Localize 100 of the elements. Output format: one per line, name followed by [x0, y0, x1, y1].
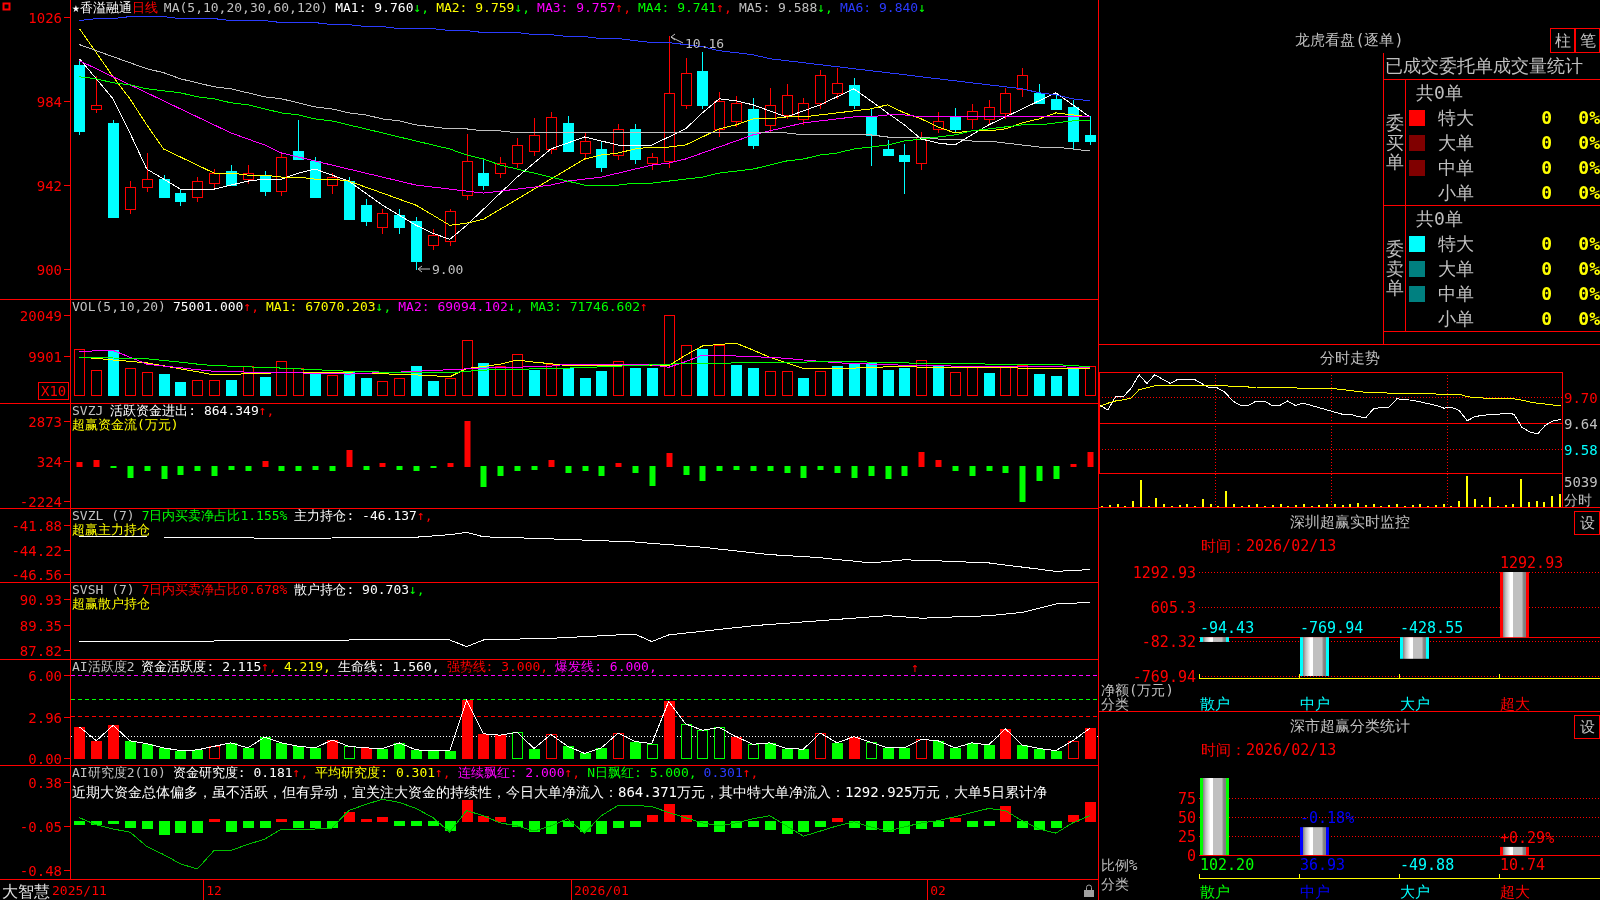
panel-title: 龙虎看盘(逐单)	[1294, 31, 1405, 51]
order-size-label: 小单	[1437, 180, 1475, 205]
research-bar	[327, 821, 338, 828]
order-percent: 0%	[1577, 132, 1600, 153]
panel-title: 深圳超赢实时监控	[1288, 512, 1411, 533]
volume-bar	[411, 366, 422, 396]
candle	[916, 131, 927, 171]
axis-tick-label: 0.00	[28, 750, 62, 765]
axis-tick-label: 9.58	[1564, 442, 1598, 458]
candle	[91, 75, 102, 114]
date-label: 12	[206, 883, 222, 898]
settings-button[interactable]: 设	[1574, 511, 1600, 535]
category-label: 超大	[1500, 695, 1530, 711]
stock-name: 香溢融通	[79, 1, 132, 15]
volume-bar	[512, 354, 523, 396]
axis-tick-label: 75	[1177, 789, 1196, 808]
volume-bar	[647, 368, 658, 396]
arrow-icon	[417, 265, 431, 273]
activity-bar	[1000, 729, 1011, 759]
volume-bar	[159, 374, 170, 396]
order-percent: 0%	[1577, 308, 1600, 329]
volume-bar	[327, 375, 338, 396]
volume-bar	[782, 371, 793, 396]
volume-bar	[310, 373, 321, 396]
research-bar	[1068, 815, 1079, 822]
volume-bar	[1034, 374, 1045, 396]
activity-bar	[933, 741, 944, 759]
category-label: 大户	[1400, 883, 1430, 900]
candle	[445, 208, 456, 247]
fund-flow-bar	[582, 466, 589, 471]
axis-title: 净额(万元)	[1101, 682, 1174, 698]
research-bar	[243, 821, 254, 828]
category-label: 中户	[1300, 883, 1330, 900]
indicator-value: 4.219,	[283, 660, 331, 674]
research-bar	[849, 821, 860, 828]
fund-flow-bar	[278, 466, 285, 471]
settings-button[interactable]: 设	[1574, 715, 1600, 739]
activity-bar	[664, 701, 675, 759]
order-count: 0	[1540, 132, 1552, 153]
research-bar	[664, 804, 675, 822]
candle	[1051, 93, 1062, 110]
order-count: 0	[1540, 233, 1552, 254]
candle	[142, 152, 153, 193]
trend-arrow: ↑,	[564, 766, 581, 780]
category-label: 散户	[1200, 883, 1230, 900]
axis-tick-label: 20049	[19, 307, 62, 324]
indicator-value: 爆发线: 6.000,	[555, 660, 657, 674]
order-count: 0	[1540, 107, 1552, 128]
fund-flow-bar	[144, 466, 151, 471]
fund-flow-bar	[750, 466, 757, 471]
volume-bar	[260, 377, 271, 396]
fund-flow-bar	[683, 466, 690, 475]
net-amount-bar	[1300, 637, 1329, 676]
unit-label: X10	[38, 382, 70, 400]
fund-flow-bar	[935, 460, 942, 467]
candle	[1085, 115, 1096, 146]
category-label: 大户	[1400, 695, 1430, 711]
trend-arrow: ↑,	[292, 766, 309, 780]
fund-flow-bar	[565, 466, 572, 473]
research-bar	[478, 816, 489, 822]
research-bar	[1085, 802, 1096, 822]
fund-flow-bar	[413, 466, 420, 471]
axis-tick-label: -0.48	[19, 862, 62, 879]
volume-bar	[1051, 376, 1062, 396]
view-toggle-button[interactable]: 笔	[1575, 28, 1600, 53]
activity-bar	[697, 730, 708, 759]
axis-tick-label: 1026	[28, 9, 62, 26]
volume-bar	[883, 370, 894, 396]
axis-tick-label: 9.70	[1564, 390, 1598, 406]
axis-tick-label: 90.93	[19, 591, 62, 608]
axis-tick-label: 324	[36, 453, 62, 470]
fund-flow-bar	[733, 466, 740, 470]
research-bar	[175, 821, 186, 833]
candle	[344, 176, 355, 221]
activity-bar	[377, 749, 388, 759]
volume-bar	[209, 380, 220, 396]
indicator-value: 75001.000	[172, 300, 244, 314]
order-count: 0	[1540, 157, 1552, 178]
volume-bar	[815, 371, 826, 396]
research-bar	[899, 821, 910, 834]
indicator-value: 7日内买卖净占比1.155%	[141, 509, 288, 523]
axis-tick-label: -46.56	[11, 566, 62, 582]
volume-bar	[546, 364, 557, 396]
activity-bar	[1068, 741, 1079, 759]
axis-tick-label: -41.88	[11, 517, 62, 534]
fund-flow-bar	[615, 463, 622, 467]
activity-bar	[563, 746, 574, 759]
order-percent: 0%	[1577, 258, 1600, 279]
indicator-name: SVZJ	[72, 404, 104, 418]
candle	[226, 164, 237, 187]
bar-value-label: -49.88	[1400, 856, 1455, 874]
candle	[832, 67, 843, 100]
indicator-value: 活跃资金进出: 864.349	[110, 404, 259, 418]
activity-bar	[276, 743, 287, 759]
candle	[428, 228, 439, 251]
axis-tick-label: -44.22	[11, 542, 62, 559]
volume-bar	[866, 363, 877, 396]
candle	[647, 152, 658, 171]
change-label: +0.29%	[1500, 828, 1555, 847]
view-toggle-button[interactable]: 柱	[1550, 28, 1575, 53]
